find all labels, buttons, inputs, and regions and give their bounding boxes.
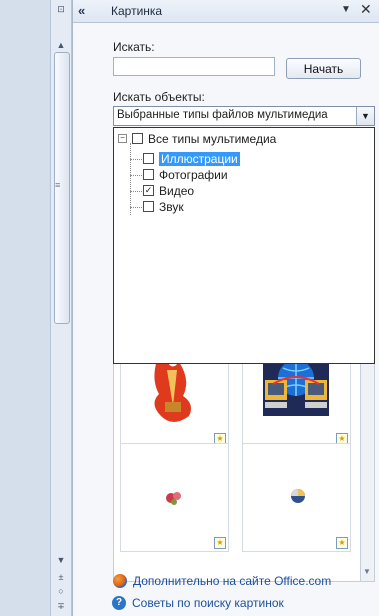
- scroll-up-icon[interactable]: ▲: [53, 38, 69, 52]
- search-tips-link-label: Советы по поиску картинок: [132, 596, 284, 610]
- clipart-thumbnail[interactable]: ★: [120, 443, 229, 552]
- tree-item-label: Фотографии: [159, 168, 228, 182]
- search-input[interactable]: [113, 57, 275, 76]
- tree-connector: [130, 175, 142, 176]
- clipart-task-pane: « Картинка ▼ ✕ Искать: Начать Искать объ…: [72, 0, 379, 616]
- previous-page-icon[interactable]: ±: [53, 570, 69, 584]
- photos-checkbox[interactable]: [143, 169, 154, 181]
- illustrations-checkbox[interactable]: [143, 153, 154, 165]
- object-types-label: Искать объекты:: [113, 90, 205, 104]
- favorite-star-icon[interactable]: ★: [214, 537, 226, 549]
- tree-item-label: Видео: [159, 184, 195, 198]
- help-icon: ?: [112, 595, 126, 610]
- dropdown-arrow-icon[interactable]: ▼: [356, 107, 374, 125]
- tree-connector: [130, 143, 131, 215]
- tree-item-label: Иллюстрации: [159, 152, 240, 166]
- ruler-toggle-icon[interactable]: ⊡: [53, 2, 69, 16]
- next-page-icon[interactable]: ∓: [53, 599, 69, 613]
- tree-item-label: Звук: [159, 200, 184, 214]
- document-scrollbar[interactable]: ⊡ ▲ ≡ ▼ ± ○ ∓: [50, 0, 72, 616]
- search-label: Искать:: [113, 40, 155, 54]
- collapse-pane-icon[interactable]: «: [78, 3, 85, 18]
- media-types-select-value: Выбранные типы файлов мультимедиа: [117, 109, 328, 121]
- collapse-node-icon[interactable]: −: [118, 134, 127, 144]
- pane-title: Картинка: [111, 4, 163, 18]
- tree-item-audio[interactable]: Звук: [143, 199, 184, 215]
- left-app-strip: [0, 0, 51, 616]
- tree-item-all-media[interactable]: − Все типы мультимедиа: [118, 131, 276, 147]
- small-flower-clipart-icon: [166, 492, 181, 505]
- video-checkbox[interactable]: ✓: [143, 185, 154, 197]
- favorite-star-icon[interactable]: ★: [336, 537, 348, 549]
- audio-checkbox[interactable]: [143, 201, 154, 213]
- ball-clipart-icon: [291, 489, 305, 503]
- pane-menu-icon[interactable]: ▼: [341, 4, 351, 15]
- office-online-icon: [113, 573, 127, 588]
- results-scroll-down-icon[interactable]: ▼: [361, 567, 373, 576]
- tree-connector: [130, 207, 142, 208]
- search-go-button[interactable]: Начать: [286, 58, 361, 79]
- thumb-grip-icon: ≡: [55, 180, 61, 190]
- clipart-thumbnail[interactable]: ★: [242, 443, 351, 552]
- media-types-select[interactable]: Выбранные типы файлов мультимедиа ▼: [113, 106, 375, 126]
- office-com-link[interactable]: Дополнительно на сайте Office.com: [113, 573, 332, 589]
- tree-item-illustrations[interactable]: Иллюстрации: [143, 151, 240, 167]
- media-types-dropdown: − Все типы мультимедиа Иллюстрации Фотогр…: [113, 127, 375, 364]
- all-media-checkbox[interactable]: [132, 133, 143, 145]
- search-tips-row[interactable]: ? Советы по поиску картинок: [112, 595, 284, 611]
- scroll-down-icon[interactable]: ▼: [53, 553, 69, 567]
- tree-connector: [130, 159, 142, 160]
- pane-header: « Картинка ▼ ✕: [73, 0, 379, 23]
- browse-object-icon[interactable]: ○: [53, 584, 69, 598]
- tree-item-video[interactable]: ✓ Видео: [143, 183, 194, 199]
- close-pane-icon[interactable]: ✕: [360, 1, 372, 18]
- tree-item-label: Все типы мультимедиа: [148, 132, 277, 146]
- office-com-link-label: Дополнительно на сайте Office.com: [133, 574, 332, 588]
- tree-item-photos[interactable]: Фотографии: [143, 167, 228, 183]
- tree-connector: [130, 191, 142, 192]
